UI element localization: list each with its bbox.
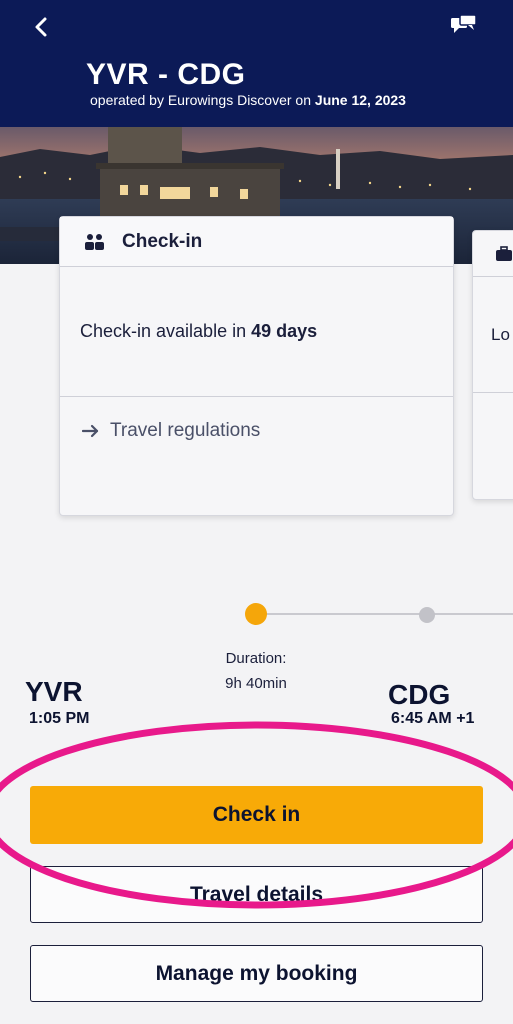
duration-value: 9h 40min	[225, 675, 287, 692]
operated-by-text: operated by Eurowings Discover on June 1…	[90, 92, 406, 108]
travel-details-button[interactable]: Travel details	[30, 866, 483, 923]
checkin-availability: Check-in available in 49 days	[60, 267, 453, 397]
duration-label: Duration:	[225, 650, 287, 667]
chat-bubbles-icon	[451, 14, 477, 33]
arrow-right-icon	[82, 424, 100, 438]
baggage-card-text: Lo	[473, 277, 513, 393]
route-title: YVR - CDG	[86, 58, 246, 91]
chat-button[interactable]	[449, 14, 479, 40]
manage-booking-button[interactable]: Manage my booking	[30, 945, 483, 1002]
checkin-available-text: Check-in available in	[80, 321, 247, 341]
flight-timeline	[262, 613, 513, 615]
progress-marker	[419, 607, 435, 623]
baggage-card-header	[473, 231, 513, 277]
checkin-card-header: Check-in	[60, 217, 453, 267]
checkin-card-title: Check-in	[122, 230, 203, 252]
operated-prefix: operated by Eurowings Discover on	[90, 92, 312, 108]
baggage-card[interactable]: Lo	[472, 230, 513, 500]
travel-regulations-link[interactable]: Travel regulations	[60, 397, 453, 465]
suitcase-icon	[496, 245, 512, 261]
arrival-time: 6:45 AM +1	[391, 710, 475, 727]
checkin-card: Check-in Check-in available in 49 days Tr…	[59, 216, 454, 516]
header-bar: YVR - CDG operated by Eurowings Discover…	[0, 0, 513, 127]
departure-time: 1:05 PM	[29, 710, 90, 727]
origin-marker	[245, 603, 267, 625]
travel-regulations-label: Travel regulations	[110, 420, 261, 441]
origin-airport-code: YVR	[25, 676, 83, 707]
chevron-left-icon	[35, 17, 47, 37]
passengers-icon	[84, 233, 106, 251]
flight-date: June 12, 2023	[314, 92, 406, 108]
checkin-days: 49 days	[251, 321, 318, 341]
back-button[interactable]	[26, 12, 56, 42]
check-in-button[interactable]: Check in	[30, 786, 483, 844]
destination-airport-code: CDG	[388, 679, 451, 710]
